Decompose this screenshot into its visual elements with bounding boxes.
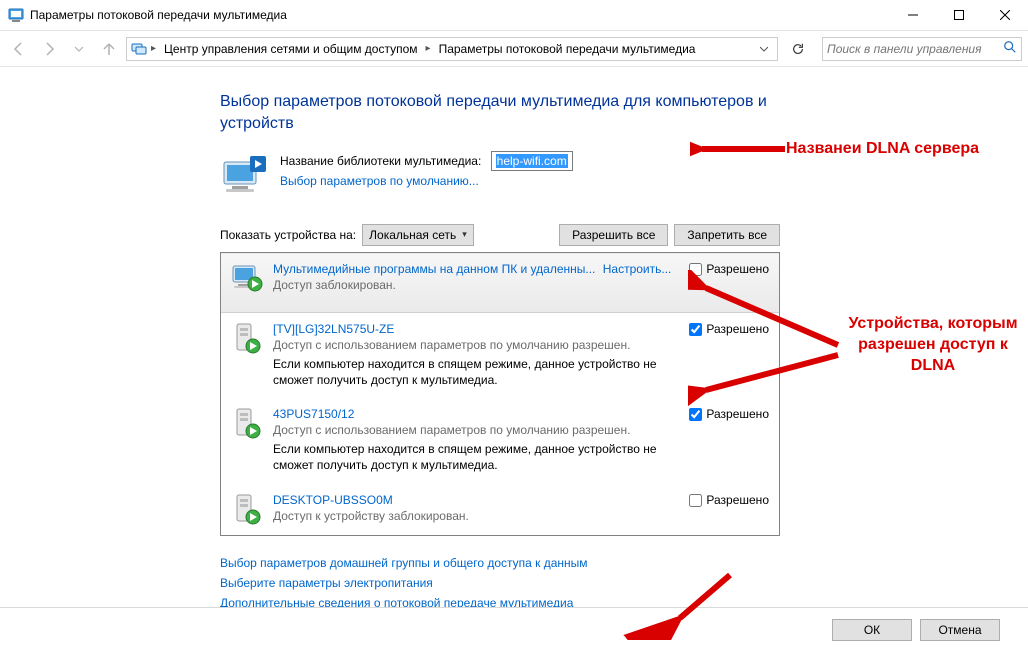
device-row[interactable]: DESKTOP-UBSSO0M Доступ к устройству забл… xyxy=(221,484,779,536)
device-allow-toggle[interactable]: Разрешено xyxy=(689,407,769,473)
device-allow-checkbox[interactable] xyxy=(689,263,702,276)
choose-defaults-link[interactable]: Выбор параметров по умолчанию... xyxy=(280,174,479,188)
device-status: Доступ с использованием параметров по ум… xyxy=(273,423,679,437)
device-row[interactable]: Мультимедийные программы на данном ПК и … xyxy=(221,253,779,313)
breadcrumb-level2[interactable]: Параметры потоковой передачи мультимедиа xyxy=(435,42,700,56)
block-all-button[interactable]: Запретить все xyxy=(674,224,780,246)
minimize-button[interactable] xyxy=(890,0,936,31)
computer-media-icon xyxy=(220,154,268,202)
device-configure-link[interactable]: Настроить... xyxy=(603,262,672,276)
chevron-down-icon: ▾ xyxy=(462,229,467,240)
search-box[interactable] xyxy=(822,37,1022,61)
device-title[interactable]: DESKTOP-UBSSO0M xyxy=(273,493,393,507)
allow-all-button[interactable]: Разрешить все xyxy=(559,224,668,246)
device-allow-label: Разрешено xyxy=(706,407,769,421)
back-button[interactable] xyxy=(6,36,32,62)
power-settings-link[interactable]: Выберите параметры электропитания xyxy=(220,576,1008,590)
content-area: Выбор параметров потоковой передачи муль… xyxy=(0,67,1028,651)
window-title: Параметры потоковой передачи мультимедиа xyxy=(30,8,287,22)
forward-button[interactable] xyxy=(36,36,62,62)
device-status: Доступ с использованием параметров по ум… xyxy=(273,338,679,352)
chevron-right-icon: ▸ xyxy=(151,43,156,54)
bottom-bar: ОК Отмена xyxy=(0,607,1028,651)
search-input[interactable] xyxy=(827,42,1003,56)
show-devices-label: Показать устройства на: xyxy=(220,228,356,242)
up-button[interactable] xyxy=(96,36,122,62)
device-icon xyxy=(231,407,263,447)
device-allow-toggle[interactable]: Разрешено xyxy=(689,322,769,388)
device-row[interactable]: [TV][LG]32LN575U-ZE Доступ с использован… xyxy=(221,313,779,398)
device-allow-label: Разрешено xyxy=(706,262,769,276)
device-allow-label: Разрешено xyxy=(706,322,769,336)
close-button[interactable] xyxy=(982,0,1028,31)
library-name-row: Название библиотеки мультимедиа: help-wi… xyxy=(220,154,780,202)
maximize-button[interactable] xyxy=(936,0,982,31)
search-icon[interactable] xyxy=(1003,40,1017,57)
refresh-button[interactable] xyxy=(786,37,810,61)
device-icon xyxy=(231,262,263,302)
device-allow-checkbox[interactable] xyxy=(689,408,702,421)
device-allow-toggle[interactable]: Разрешено xyxy=(689,262,769,302)
cancel-button[interactable]: Отмена xyxy=(920,619,1000,641)
device-allow-toggle[interactable]: Разрешено xyxy=(689,493,769,533)
breadcrumb-level1[interactable]: Центр управления сетями и общим доступом xyxy=(160,42,422,56)
app-icon xyxy=(8,7,24,23)
device-title[interactable]: [TV][LG]32LN575U-ZE xyxy=(273,322,394,336)
breadcrumb-dropdown[interactable] xyxy=(755,38,773,60)
library-name-label: Название библиотеки мультимедиа: xyxy=(280,154,481,168)
recent-dropdown[interactable] xyxy=(66,36,92,62)
ok-button[interactable]: ОК xyxy=(832,619,912,641)
device-status: Доступ заблокирован. xyxy=(273,278,679,292)
network-icon xyxy=(131,41,147,57)
device-allow-label: Разрешено xyxy=(706,493,769,507)
navbar: ▸ Центр управления сетями и общим доступ… xyxy=(0,31,1028,67)
titlebar: Параметры потоковой передачи мультимедиа xyxy=(0,0,1028,31)
device-note: Если компьютер находится в спящем режиме… xyxy=(273,356,679,388)
device-title[interactable]: 43PUS7150/12 xyxy=(273,407,354,421)
devices-list[interactable]: Мультимедийные программы на данном ПК и … xyxy=(220,252,780,536)
library-name-input[interactable]: help-wifi.com xyxy=(491,151,573,171)
device-status: Доступ к устройству заблокирован. xyxy=(273,509,679,523)
chevron-right-icon: ▸ xyxy=(426,43,431,54)
homegroup-link[interactable]: Выбор параметров домашней группы и общег… xyxy=(220,556,1008,570)
device-row[interactable]: 43PUS7150/12 Доступ с использованием пар… xyxy=(221,398,779,483)
device-icon xyxy=(231,322,263,362)
device-icon xyxy=(231,493,263,533)
device-note: Если компьютер находится в спящем режиме… xyxy=(273,441,679,473)
page-title: Выбор параметров потоковой передачи муль… xyxy=(220,91,780,136)
network-dropdown-value: Локальная сеть xyxy=(369,228,456,242)
breadcrumb[interactable]: ▸ Центр управления сетями и общим доступ… xyxy=(126,37,778,61)
device-title[interactable]: Мультимедийные программы на данном ПК и … xyxy=(273,262,595,276)
device-allow-checkbox[interactable] xyxy=(689,323,702,336)
device-allow-checkbox[interactable] xyxy=(689,494,702,507)
network-dropdown[interactable]: Локальная сеть ▾ xyxy=(362,224,474,246)
show-devices-row: Показать устройства на: Локальная сеть ▾… xyxy=(220,224,780,246)
